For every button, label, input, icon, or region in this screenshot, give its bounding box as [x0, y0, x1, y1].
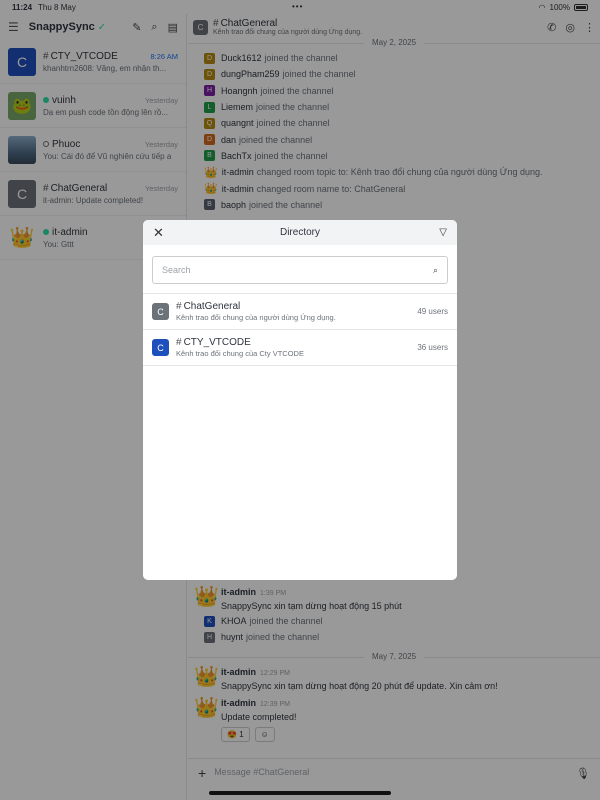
directory-room-name: ChatGeneral	[183, 301, 241, 312]
channel-hash-icon: #	[176, 337, 182, 348]
home-indicator[interactable]	[209, 791, 391, 795]
channel-hash-icon: #	[176, 301, 182, 312]
directory-room-desc: Kênh trao đổi chung của Cty VTCODE	[176, 349, 304, 358]
filter-icon[interactable]: ▽	[439, 227, 447, 238]
directory-list: C # ChatGeneral Kênh trao đổi chung của n…	[143, 293, 457, 366]
room-avatar: C	[152, 303, 169, 320]
directory-search[interactable]: ⌕	[152, 256, 448, 284]
search-icon[interactable]: ⌕	[433, 265, 438, 276]
directory-room-desc: Kênh trao đổi chung của người dùng Ứng d…	[176, 313, 336, 322]
modal-title: Directory	[279, 227, 320, 238]
directory-row-cty-vtcode[interactable]: C # CTY_VTCODE Kênh trao đổi chung của Ct…	[143, 330, 457, 366]
search-input[interactable]	[162, 265, 433, 275]
modal-header: ✕ Directory ▽	[143, 220, 457, 245]
directory-user-count: 49 users	[417, 307, 448, 316]
close-icon[interactable]: ✕	[153, 225, 164, 241]
directory-row-chatgeneral[interactable]: C # ChatGeneral Kênh trao đổi chung của n…	[143, 294, 457, 330]
directory-modal: ✕ Directory ▽ ⌕ C #ChatGeneral Kênh trao…	[143, 220, 457, 580]
directory-room-name: CTY_VTCODE	[183, 337, 251, 348]
room-avatar: C	[152, 339, 169, 356]
directory-user-count: 36 users	[417, 343, 448, 352]
